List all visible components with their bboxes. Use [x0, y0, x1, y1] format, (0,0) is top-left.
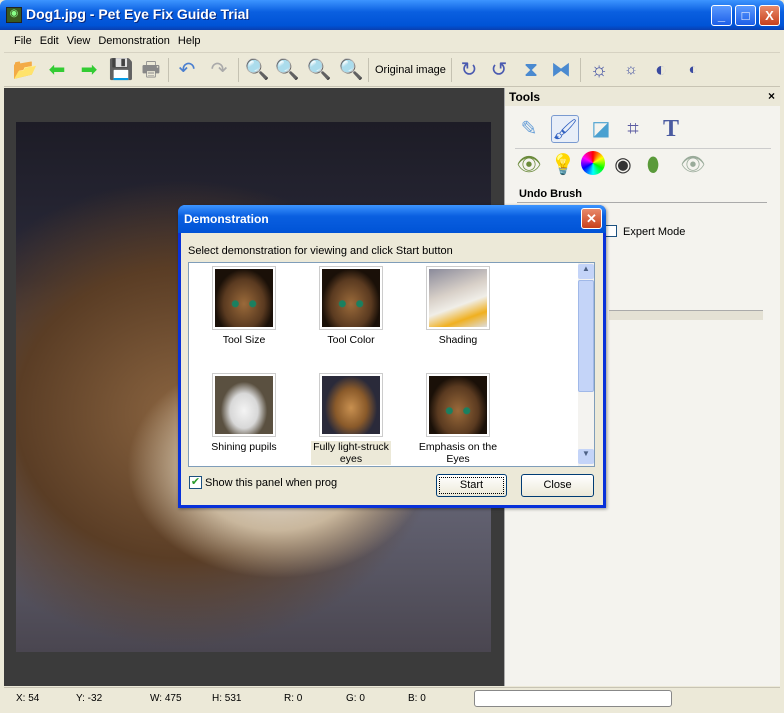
status-bar: X: 54 Y: -32 W: 475 H: 531 R: 0 G: 0 B: … — [4, 687, 780, 707]
open-icon[interactable]: 📂 — [12, 57, 38, 83]
start-button[interactable]: Start — [436, 474, 507, 497]
redo-icon[interactable]: ↷ — [206, 57, 232, 83]
contrast-down-icon[interactable]: ◐ — [680, 57, 706, 83]
cat-thumbnail — [322, 269, 380, 327]
undo-icon[interactable]: ↶ — [174, 57, 200, 83]
status-b: B: 0 — [408, 693, 426, 704]
demo-item-shading[interactable]: Shading — [408, 266, 508, 346]
demo-item-fully-light-struck-eyes[interactable]: Fully light-struck eyes — [301, 373, 401, 465]
zoom-actual-icon[interactable]: 🔍 — [306, 57, 332, 83]
title-bar: ◉ Dog1.jpg - Pet Eye Fix Guide Trial _ □… — [0, 0, 784, 30]
demo-item-shining-pupils[interactable]: Shining pupils — [194, 373, 294, 453]
original-image-button[interactable]: Original image — [375, 64, 446, 76]
contrast-up-icon[interactable]: ◐ — [648, 57, 674, 83]
zoom-in-icon[interactable]: 🔍 — [244, 57, 270, 83]
status-r: R: 0 — [284, 693, 303, 704]
cat-thumbnail — [429, 376, 487, 434]
menu-view[interactable]: View — [63, 31, 95, 51]
text-tool-icon[interactable]: T — [657, 115, 685, 143]
flip-vertical-icon[interactable]: ⧗ — [518, 57, 544, 83]
lightbulb-icon[interactable]: 💡 — [549, 151, 577, 179]
window-title: Dog1.jpg - Pet Eye Fix Guide Trial — [26, 6, 250, 22]
demo-item-emphasis-on-eyes[interactable]: Emphasis on the Eyes — [408, 373, 508, 465]
status-g: G: 0 — [346, 693, 365, 704]
zoom-fit-icon[interactable]: 🔍 — [338, 57, 364, 83]
status-x: X: 54 — [16, 693, 40, 704]
white-cat-thumbnail — [215, 376, 273, 434]
cat-thumbnail — [215, 269, 273, 327]
tools-header: Tools × — [505, 88, 781, 106]
expert-mode-checkbox[interactable] — [605, 225, 617, 237]
status-w: W: 475 — [150, 693, 182, 704]
close-button[interactable]: X — [759, 5, 780, 26]
brightness-up-icon[interactable]: ☼ — [586, 57, 612, 83]
dog-thumbnail — [429, 269, 487, 327]
app-eye-icon: ◉ — [6, 7, 22, 23]
flip-horizontal-icon[interactable]: ⧓ — [548, 57, 574, 83]
demo-list: Tool Size Tool Color Shading Shining pup… — [188, 262, 595, 467]
crop-tool-icon[interactable]: ⌗ — [619, 115, 647, 143]
scroll-down-icon[interactable]: ▼ — [578, 449, 594, 464]
progress-bar — [474, 690, 672, 707]
back-icon[interactable]: ⬅ — [44, 57, 70, 83]
toolbar: 📂 ⬅ ➡ 💾 🖶 ↶ ↷ 🔍 🔍 🔍 🔍 Original image ↻ ↺… — [4, 54, 780, 87]
show-panel-checkbox[interactable]: ✔ — [189, 476, 202, 489]
brightness-down-icon[interactable]: ☼ — [618, 57, 644, 83]
rotate-cw-icon[interactable]: ↻ — [456, 57, 482, 83]
dialog-instruction: Select demonstration for viewing and cli… — [188, 245, 453, 257]
status-h: H: 531 — [212, 693, 242, 704]
menu-help[interactable]: Help — [174, 31, 205, 51]
green-eye-icon[interactable]: 👁 — [515, 151, 543, 179]
status-y: Y: -32 — [76, 693, 103, 704]
pupil-icon[interactable]: ◉ — [609, 151, 637, 179]
dialog-close-icon[interactable]: ✕ — [581, 208, 602, 229]
cat-eye-icon[interactable]: ⬮ — [639, 151, 667, 179]
undo-brush-icon[interactable]: 🖌 — [551, 115, 579, 143]
menu-bar: File Edit View Demonstration Help — [4, 31, 780, 53]
demo-item-tool-color[interactable]: Tool Color — [301, 266, 401, 346]
minimize-button[interactable]: _ — [711, 5, 732, 26]
scroll-up-icon[interactable]: ▲ — [578, 264, 594, 279]
dialog-title: Demonstration — [184, 212, 269, 226]
forward-icon[interactable]: ➡ — [76, 57, 102, 83]
resize-tool-icon[interactable]: ◪ — [587, 115, 615, 143]
zoom-out-icon[interactable]: 🔍 — [274, 57, 300, 83]
tools-close-button[interactable]: × — [768, 89, 775, 103]
save-icon[interactable]: 💾 — [108, 57, 134, 83]
print-icon[interactable]: 🖶 — [138, 57, 164, 83]
size-slider[interactable] — [609, 310, 763, 320]
dialog-close-button[interactable]: Close — [521, 474, 594, 497]
dialog-title-bar: Demonstration ✕ — [178, 205, 606, 233]
menu-edit[interactable]: Edit — [36, 31, 63, 51]
scroll-thumb[interactable] — [578, 280, 594, 392]
menu-demonstration[interactable]: Demonstration — [94, 31, 174, 51]
dog-face-thumbnail — [322, 376, 380, 434]
demonstration-dialog: Demonstration ✕ Select demonstration for… — [178, 205, 606, 508]
expert-mode-label: Expert Mode — [623, 226, 686, 238]
pen-tool-icon[interactable]: ✎ — [515, 115, 543, 143]
tools-title: Tools — [509, 90, 541, 104]
eye-gray-icon[interactable]: 👁 — [679, 151, 707, 179]
show-panel-label: Show this panel when prog — [205, 477, 338, 489]
maximize-button[interactable]: □ — [735, 5, 756, 26]
demo-item-tool-size[interactable]: Tool Size — [194, 266, 294, 346]
menu-file[interactable]: File — [4, 31, 36, 51]
section-title: Undo Brush — [519, 188, 582, 200]
rotate-ccw-icon[interactable]: ↺ — [486, 57, 512, 83]
list-scrollbar[interactable]: ▲ ▼ — [578, 263, 594, 466]
color-wheel-icon[interactable] — [581, 151, 605, 175]
